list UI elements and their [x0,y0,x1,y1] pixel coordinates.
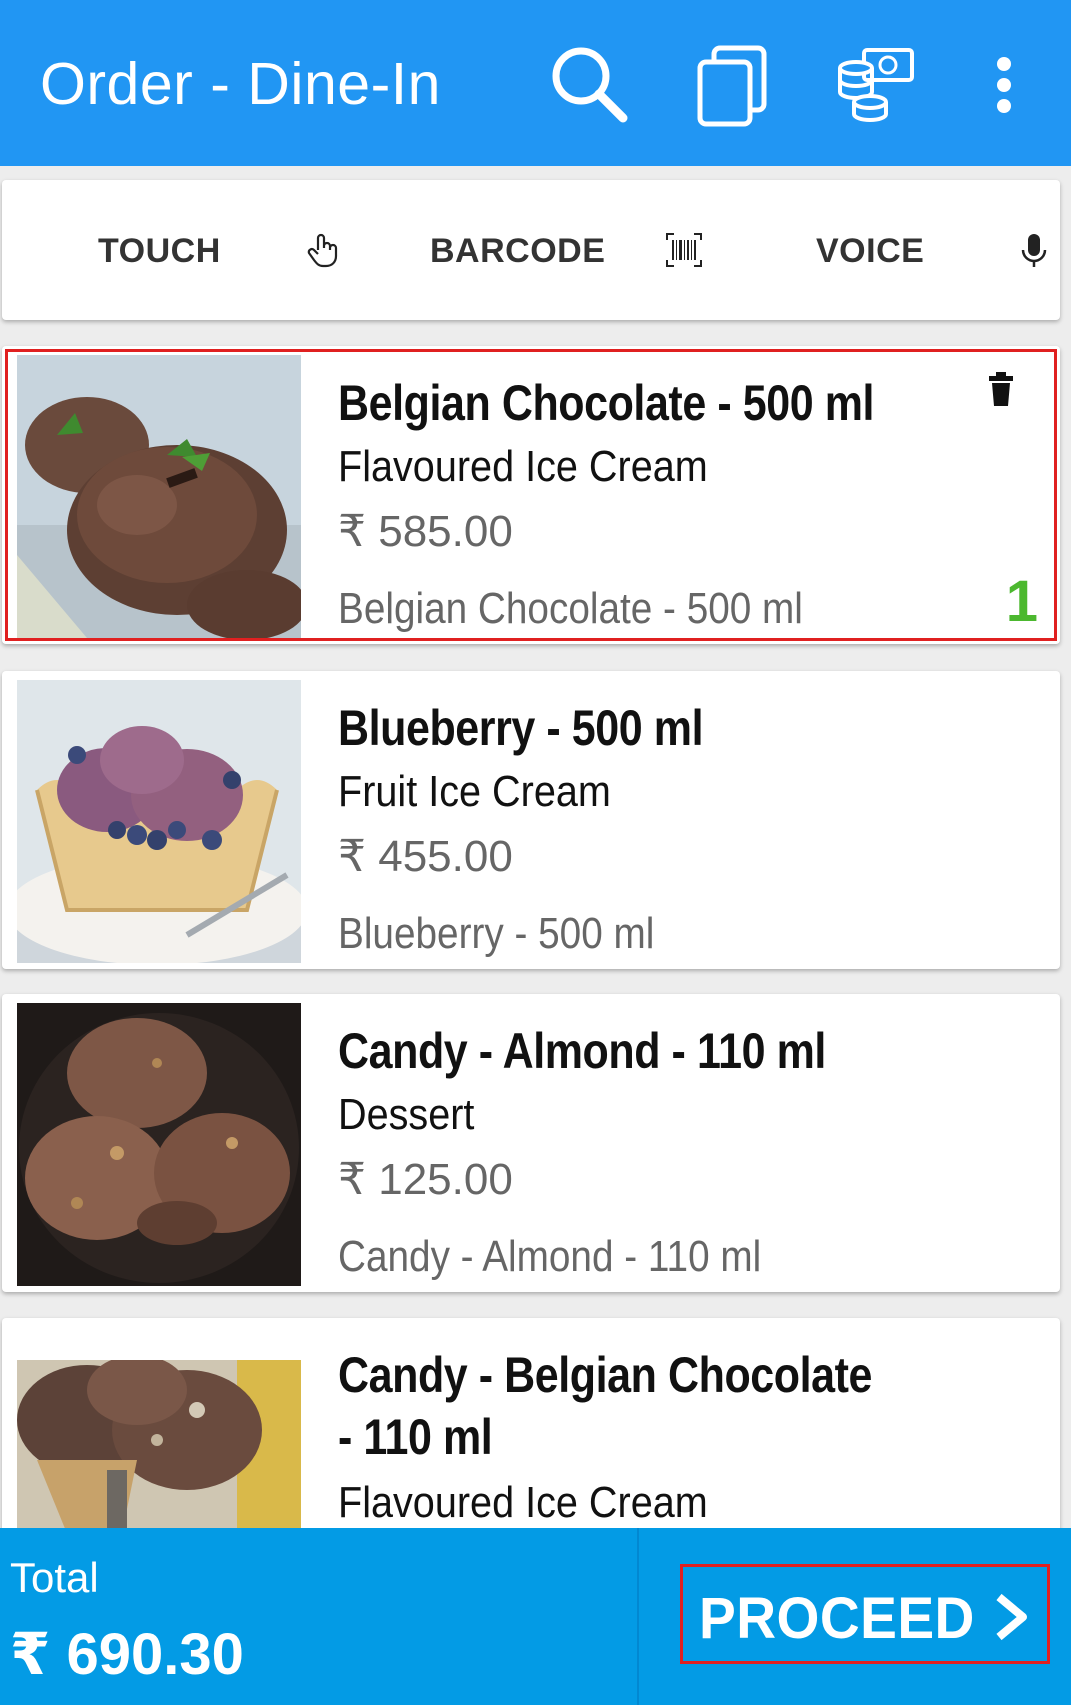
proceed-button[interactable]: PROCEED [680,1564,1050,1664]
product-name: Belgian Chocolate - 500 ml [338,375,875,431]
product-price: ₹ 125.00 [338,1155,513,1204]
total-label: Total [10,1554,99,1601]
microphone-icon[interactable] [1016,230,1052,270]
barcode-icon[interactable] [664,230,704,270]
product-price: ₹ 585.00 [338,507,513,556]
product-variant: Blueberry - 500 ml [338,909,655,958]
product-card[interactable]: Belgian Chocolate - 500 ml Flavoured Ice… [2,346,1060,644]
mode-voice-tab[interactable]: VOICE [816,232,924,271]
app-bar: Order - Dine-In [0,0,1071,166]
mode-touch-tab[interactable]: TOUCH [98,232,221,271]
input-mode-bar: TOUCH BARCODE VOICE [2,180,1060,320]
more-vert-icon[interactable] [960,40,1040,130]
page-title: Order - Dine-In [40,51,441,117]
product-variant: Candy - Almond - 110 ml [338,1232,762,1281]
chevron-right-icon [993,1593,1029,1641]
product-category: Flavoured Ice Cream [338,442,708,491]
total-value: ₹ 690.30 [10,1622,244,1687]
product-image [17,1003,301,1286]
product-price: ₹ 455.00 [338,832,513,881]
product-category: Fruit Ice Cream [338,767,611,816]
product-name: Candy - Belgian Chocolate - 110 ml [338,1347,873,1465]
product-image [17,355,301,638]
touch-icon[interactable] [304,230,344,270]
bottom-bar: Total ₹ 690.30 PROCEED [0,1528,1071,1705]
product-variant: Belgian Chocolate - 500 ml [338,584,803,633]
search-icon[interactable] [545,40,635,130]
quantity-badge: 1 [1005,569,1038,634]
product-image [17,680,301,963]
product-card[interactable]: Candy - Almond - 110 ml Dessert ₹ 125.00… [2,994,1060,1292]
product-name: Candy - Almond - 110 ml [338,1023,826,1079]
proceed-label: PROCEED [699,1586,975,1651]
trash-icon[interactable] [987,370,1015,408]
product-category: Dessert [338,1090,475,1139]
product-card[interactable]: Candy - Belgian Chocolate - 110 ml Flavo… [2,1318,1060,1558]
divider [637,1528,639,1705]
cash-coins-icon[interactable] [830,40,920,130]
mode-barcode-tab[interactable]: BARCODE [430,232,605,271]
product-category: Flavoured Ice Cream [338,1478,708,1527]
product-card[interactable]: Blueberry - 500 ml Fruit Ice Cream ₹ 455… [2,671,1060,969]
product-name: Blueberry - 500 ml [338,700,704,756]
copy-icon[interactable] [688,40,778,130]
